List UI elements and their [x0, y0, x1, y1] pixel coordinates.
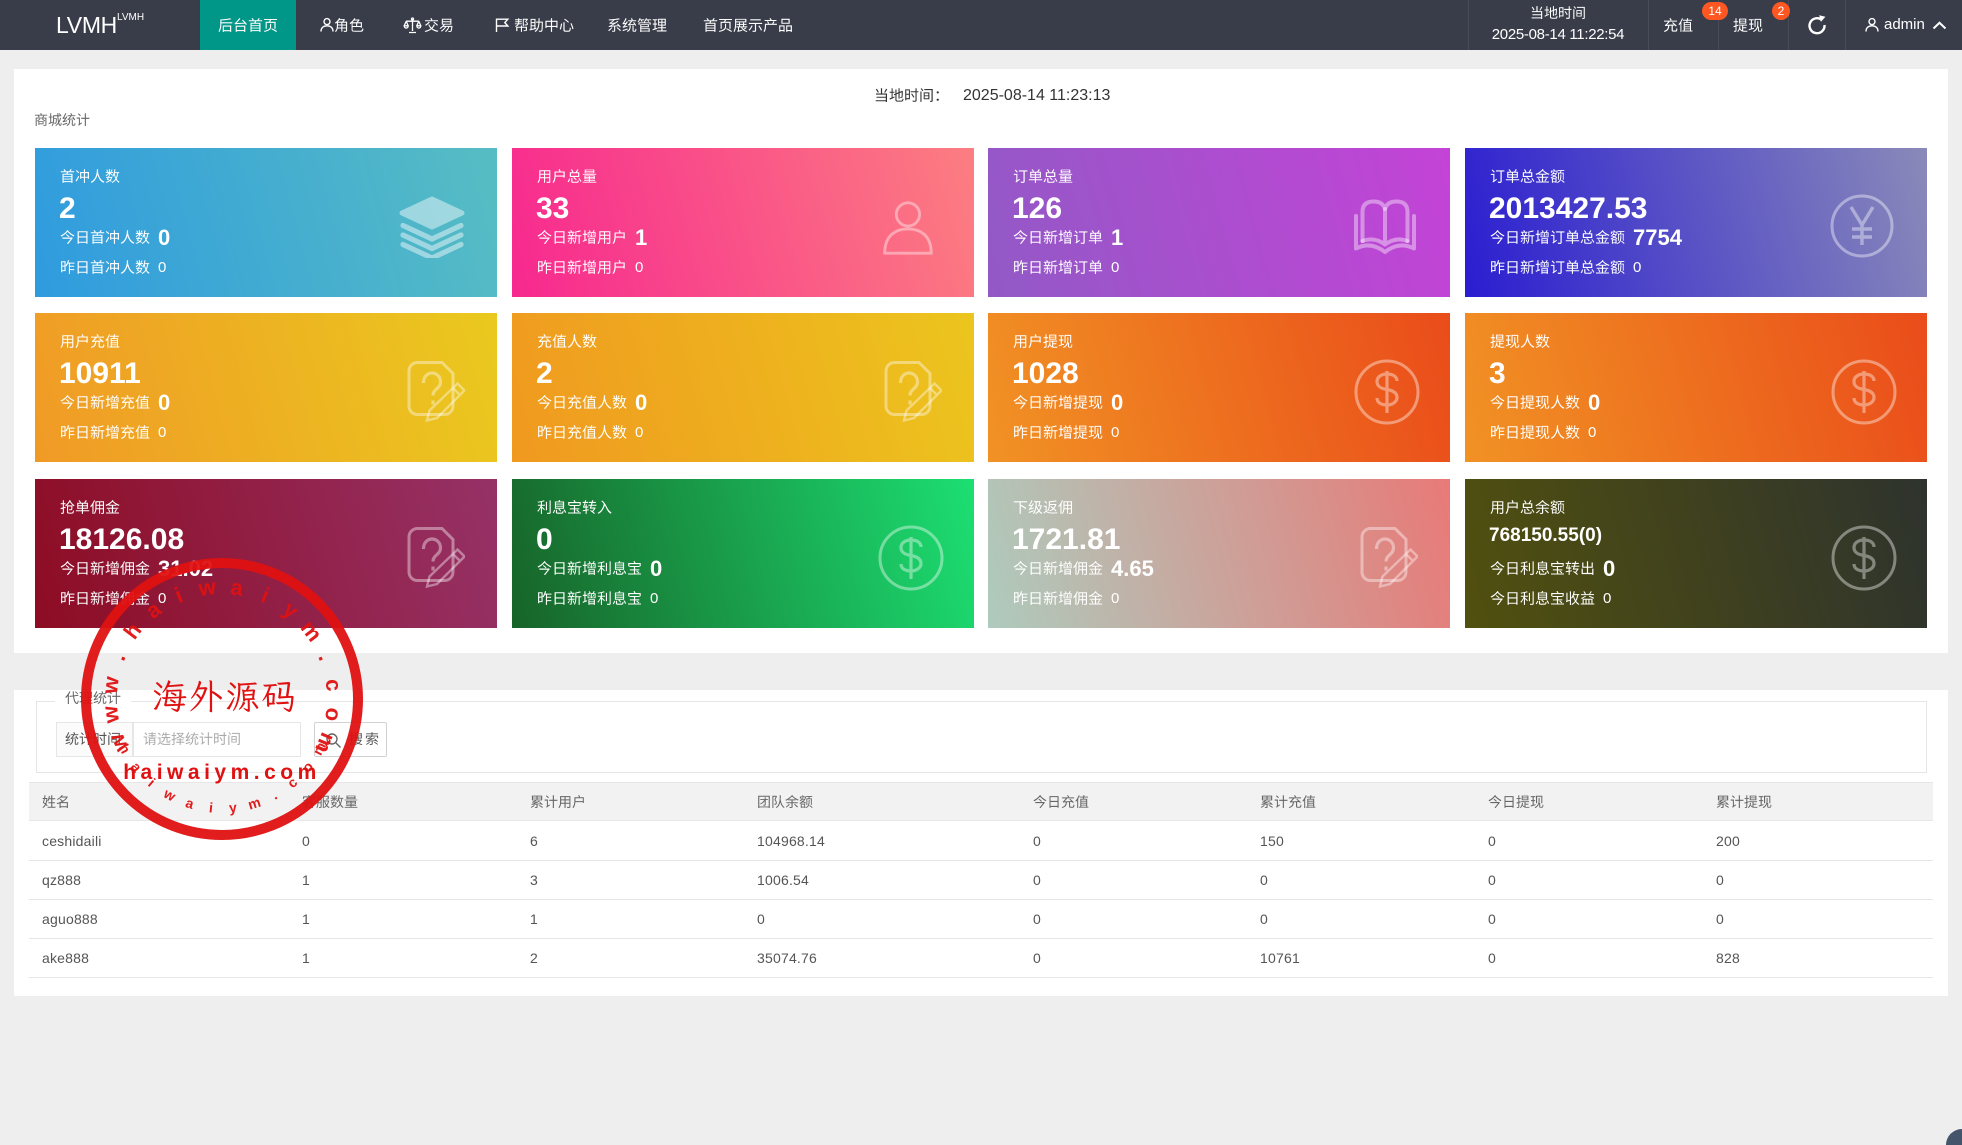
svg-text:y: y — [278, 596, 304, 624]
svg-text:.: . — [313, 649, 338, 664]
svg-text:o: o — [320, 706, 347, 723]
svg-text:.: . — [105, 649, 130, 664]
svg-text:w: w — [97, 674, 124, 696]
svg-text:w: w — [160, 785, 178, 805]
svg-text:i: i — [208, 799, 213, 815]
svg-text:.: . — [269, 787, 280, 803]
svg-text:y: y — [228, 799, 238, 816]
svg-text:c: c — [320, 677, 346, 692]
svg-text:w: w — [97, 703, 124, 725]
svg-text:w: w — [196, 574, 218, 601]
svg-text:a: a — [229, 574, 245, 600]
svg-text:i: i — [171, 582, 186, 607]
svg-text:a: a — [141, 596, 167, 624]
svg-text:i: i — [258, 582, 273, 607]
svg-text:m: m — [296, 615, 328, 646]
svg-text:a: a — [184, 794, 196, 812]
svg-text:m: m — [246, 794, 263, 813]
svg-text:h: h — [118, 618, 146, 644]
